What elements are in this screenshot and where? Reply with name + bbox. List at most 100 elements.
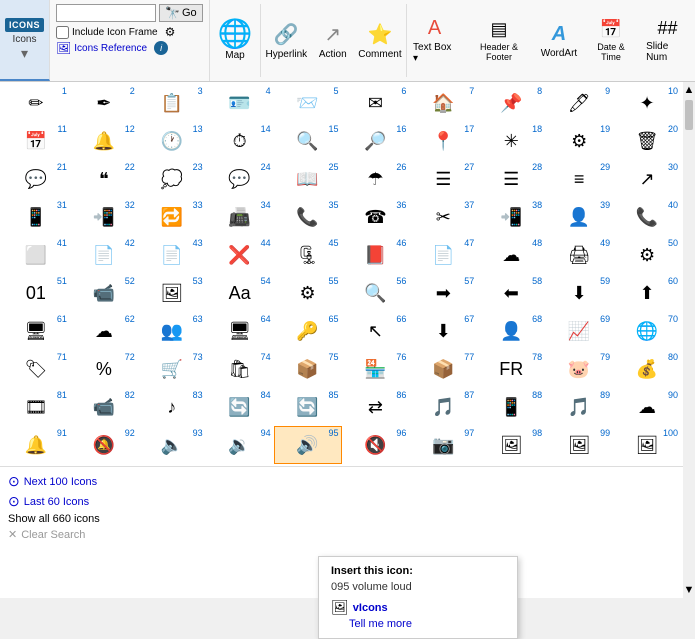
icon-cell-5[interactable]: 📨5 bbox=[274, 84, 342, 122]
slide-num-button[interactable]: ## Slide Num bbox=[640, 0, 695, 81]
icon-cell-66[interactable]: ↖66 bbox=[342, 312, 410, 350]
icon-cell-82[interactable]: 📹82 bbox=[70, 388, 138, 426]
icon-cell-3[interactable]: 📋3 bbox=[138, 84, 206, 122]
icon-cell-69[interactable]: 📈69 bbox=[545, 312, 613, 350]
icon-cell-35[interactable]: 📞35 bbox=[274, 198, 342, 236]
icon-cell-76[interactable]: 🏪76 bbox=[342, 350, 410, 388]
header-footer-button[interactable]: ▤ Header & Footer bbox=[462, 0, 536, 81]
icon-cell-75[interactable]: 📦75 bbox=[274, 350, 342, 388]
icon-cell-14[interactable]: ⏱14 bbox=[206, 122, 274, 160]
icon-cell-53[interactable]: 🖼53 bbox=[138, 274, 206, 312]
icon-cell-54[interactable]: Aa54 bbox=[206, 274, 274, 312]
icon-cell-80[interactable]: 💰80 bbox=[613, 350, 681, 388]
icon-cell-85[interactable]: 🔄85 bbox=[274, 388, 342, 426]
icon-cell-61[interactable]: 🖥61 bbox=[2, 312, 70, 350]
icon-cell-22[interactable]: ❝22 bbox=[70, 160, 138, 198]
icon-cell-9[interactable]: 🖊9 bbox=[545, 84, 613, 122]
icon-cell-36[interactable]: ☎36 bbox=[342, 198, 410, 236]
icon-cell-39[interactable]: 👤39 bbox=[545, 198, 613, 236]
icon-cell-79[interactable]: 🐷79 bbox=[545, 350, 613, 388]
icon-cell-7[interactable]: 🏠7 bbox=[409, 84, 477, 122]
icons-ribbon-tab[interactable]: ICONS Icons ▾ bbox=[0, 0, 50, 81]
icon-cell-44[interactable]: ❌44 bbox=[206, 236, 274, 274]
icon-cell-6[interactable]: ✉6 bbox=[342, 84, 410, 122]
icon-cell-96[interactable]: 🔇96 bbox=[342, 426, 410, 464]
icon-cell-48[interactable]: ☁48 bbox=[477, 236, 545, 274]
icon-cell-78[interactable]: FR78 bbox=[477, 350, 545, 388]
icon-cell-98[interactable]: 🖼98 bbox=[477, 426, 545, 464]
icon-cell-42[interactable]: 📄42 bbox=[70, 236, 138, 274]
icon-cell-51[interactable]: 0151 bbox=[2, 274, 70, 312]
icon-cell-73[interactable]: 🛒73 bbox=[138, 350, 206, 388]
icon-cell-46[interactable]: 📕46 bbox=[342, 236, 410, 274]
icon-cell-20[interactable]: 🗑20 bbox=[613, 122, 681, 160]
icon-cell-33[interactable]: 🔁33 bbox=[138, 198, 206, 236]
icon-cell-57[interactable]: ➡57 bbox=[409, 274, 477, 312]
icon-cell-77[interactable]: 📦77 bbox=[409, 350, 477, 388]
icon-cell-10[interactable]: ✦10 bbox=[613, 84, 681, 122]
icon-cell-32[interactable]: 📲32 bbox=[70, 198, 138, 236]
icon-cell-58[interactable]: ⬅58 bbox=[477, 274, 545, 312]
icon-cell-21[interactable]: 💬21 bbox=[2, 160, 70, 198]
icon-cell-74[interactable]: 🛍74 bbox=[206, 350, 274, 388]
go-button[interactable]: 🔭 Go bbox=[159, 4, 203, 22]
icon-cell-100[interactable]: 🖼100 bbox=[613, 426, 681, 464]
search-input[interactable] bbox=[56, 4, 156, 22]
icon-cell-60[interactable]: ⬆60 bbox=[613, 274, 681, 312]
icon-cell-95[interactable]: 🔊95 bbox=[274, 426, 342, 464]
icon-cell-12[interactable]: 🔔12 bbox=[70, 122, 138, 160]
icon-cell-4[interactable]: 🪪4 bbox=[206, 84, 274, 122]
icon-cell-81[interactable]: 🎞81 bbox=[2, 388, 70, 426]
icon-cell-37[interactable]: ✂37 bbox=[409, 198, 477, 236]
icon-cell-41[interactable]: ⬜41 bbox=[2, 236, 70, 274]
icon-cell-84[interactable]: 🔄84 bbox=[206, 388, 274, 426]
date-time-button[interactable]: 📅 Date & Time bbox=[582, 0, 640, 81]
icon-cell-43[interactable]: 📄43 bbox=[138, 236, 206, 274]
last-60-link[interactable]: ⊙ Last 60 Icons bbox=[8, 493, 675, 510]
icon-cell-63[interactable]: 👥63 bbox=[138, 312, 206, 350]
include-frame-checkbox[interactable] bbox=[56, 26, 69, 39]
icon-cell-34[interactable]: 📠34 bbox=[206, 198, 274, 236]
icon-cell-97[interactable]: 📷97 bbox=[409, 426, 477, 464]
icon-cell-62[interactable]: ☁62 bbox=[70, 312, 138, 350]
icon-cell-25[interactable]: 📖25 bbox=[274, 160, 342, 198]
icon-cell-28[interactable]: ☰28 bbox=[477, 160, 545, 198]
icon-cell-29[interactable]: ≡29 bbox=[545, 160, 613, 198]
icon-cell-64[interactable]: 🖥64 bbox=[206, 312, 274, 350]
icon-cell-23[interactable]: 💭23 bbox=[138, 160, 206, 198]
icon-cell-30[interactable]: ↗30 bbox=[613, 160, 681, 198]
scroll-track[interactable] bbox=[683, 132, 695, 582]
next-100-link[interactable]: ⊙ Next 100 Icons bbox=[8, 473, 675, 490]
icon-cell-2[interactable]: ✒2 bbox=[70, 84, 138, 122]
icon-cell-24[interactable]: 💬24 bbox=[206, 160, 274, 198]
icon-cell-93[interactable]: 🔈93 bbox=[138, 426, 206, 464]
icon-cell-38[interactable]: 📲38 bbox=[477, 198, 545, 236]
hyperlink-button[interactable]: 🔗 Hyperlink bbox=[261, 0, 312, 81]
comment-button[interactable]: ⭐ Comment bbox=[354, 0, 406, 81]
icon-cell-15[interactable]: 🔍15 bbox=[274, 122, 342, 160]
action-button[interactable]: ↗ Action bbox=[312, 0, 354, 81]
icon-cell-91[interactable]: 🔔91 bbox=[2, 426, 70, 464]
icon-cell-18[interactable]: ✳18 bbox=[477, 122, 545, 160]
icon-cell-52[interactable]: 📹52 bbox=[70, 274, 138, 312]
icon-cell-65[interactable]: 🔑65 bbox=[274, 312, 342, 350]
icon-cell-16[interactable]: 🔎16 bbox=[342, 122, 410, 160]
icon-cell-86[interactable]: ⇄86 bbox=[342, 388, 410, 426]
icon-cell-56[interactable]: 🔍56 bbox=[342, 274, 410, 312]
icon-cell-55[interactable]: ⚙55 bbox=[274, 274, 342, 312]
map-button[interactable]: 🌐 Map bbox=[210, 0, 260, 81]
scroll-thumb[interactable] bbox=[685, 100, 693, 130]
icon-cell-8[interactable]: 📌8 bbox=[477, 84, 545, 122]
icon-cell-71[interactable]: 🏷71 bbox=[2, 350, 70, 388]
icon-cell-87[interactable]: 🎵87 bbox=[409, 388, 477, 426]
icon-cell-59[interactable]: ⬇59 bbox=[545, 274, 613, 312]
vicons-link[interactable]: vIcons bbox=[353, 602, 388, 614]
textbox-button[interactable]: A Text Box ▾ bbox=[407, 0, 462, 81]
icon-cell-27[interactable]: ☰27 bbox=[409, 160, 477, 198]
icon-cell-90[interactable]: ☁90 bbox=[613, 388, 681, 426]
icon-cell-89[interactable]: 🎵89 bbox=[545, 388, 613, 426]
icon-cell-17[interactable]: 📍17 bbox=[409, 122, 477, 160]
icon-cell-31[interactable]: 📱31 bbox=[2, 198, 70, 236]
icon-cell-70[interactable]: 🌐70 bbox=[613, 312, 681, 350]
icon-cell-88[interactable]: 📱88 bbox=[477, 388, 545, 426]
